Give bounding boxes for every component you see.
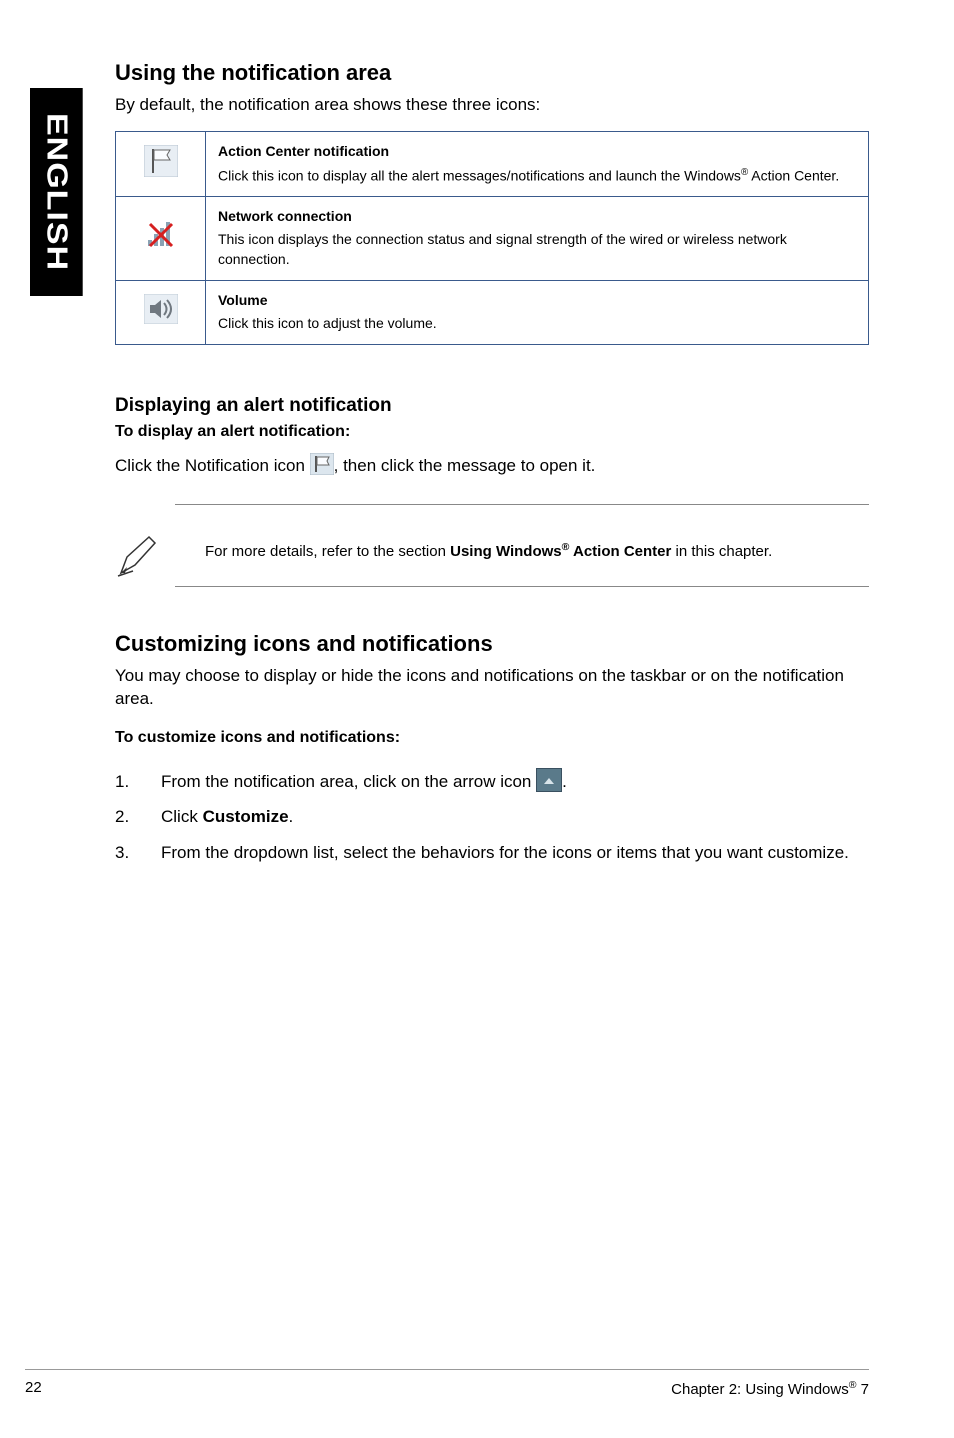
chapter-label: Chapter 2: Using Windows® 7: [671, 1379, 869, 1398]
row-title: Volume: [218, 291, 856, 311]
chapter-text-a: Chapter 2: Using Windows: [671, 1381, 849, 1398]
pencil-icon: [115, 533, 161, 584]
divider: [175, 586, 869, 587]
note-bold-b: Action Center: [569, 543, 671, 560]
flag-icon: [116, 131, 206, 196]
text-part: Click the Notification icon: [115, 456, 310, 475]
volume-icon: [116, 280, 206, 344]
notification-icons-table: Action Center notification Click this ic…: [115, 131, 869, 345]
text-part: , then click the message to open it.: [334, 456, 596, 475]
table-cell-desc: Action Center notification Click this ic…: [206, 131, 869, 196]
arrow-up-icon: [536, 768, 562, 792]
click-notification-line: Click the Notification icon , then click…: [115, 455, 869, 478]
list-item: Click Customize.: [115, 804, 869, 830]
step2-a: Click: [161, 807, 203, 826]
network-icon: [116, 196, 206, 280]
page-content: Using the notification area By default, …: [0, 0, 954, 1438]
step1-a: From the notification area, click on the…: [161, 772, 536, 791]
note-part: in this chapter.: [671, 543, 772, 560]
flag-icon-inline: [310, 453, 334, 475]
step1-b: .: [562, 772, 567, 791]
list-item: From the dropdown list, select the behav…: [115, 840, 869, 866]
row-desc-part: Click this icon to display all the alert…: [218, 167, 741, 183]
chapter-text-b: 7: [856, 1381, 869, 1398]
footer-divider: [25, 1369, 869, 1370]
page-footer: 22 Chapter 2: Using Windows® 7: [25, 1379, 869, 1398]
row-desc: This icon displays the connection status…: [218, 231, 787, 267]
note-bold-a: Using Windows: [450, 543, 562, 560]
section-heading-notification-area: Using the notification area: [115, 60, 869, 86]
table-cell-desc: Network connection This icon displays th…: [206, 196, 869, 280]
row-desc: Click this icon to adjust the volume.: [218, 315, 437, 331]
table-row: Volume Click this icon to adjust the vol…: [116, 280, 869, 344]
bold-line-display-alert: To display an alert notification:: [115, 423, 869, 441]
row-title: Action Center notification: [218, 142, 856, 162]
table-row: Action Center notification Click this ic…: [116, 131, 869, 196]
page-number: 22: [25, 1379, 42, 1398]
section3-intro: You may choose to display or hide the ic…: [115, 665, 869, 711]
row-title: Network connection: [218, 207, 856, 227]
section1-intro: By default, the notification area shows …: [115, 94, 869, 117]
section-heading-customizing: Customizing icons and notifications: [115, 631, 869, 657]
note-part: For more details, refer to the section: [205, 543, 450, 560]
bold-line-customize: To customize icons and notifications:: [115, 729, 869, 747]
step2-b: .: [289, 807, 294, 826]
table-row: Network connection This icon displays th…: [116, 196, 869, 280]
note-text: For more details, refer to the section U…: [205, 533, 869, 568]
note-block: For more details, refer to the section U…: [115, 533, 869, 584]
steps-list: From the notification area, click on the…: [115, 769, 869, 866]
step2-bold: Customize: [203, 807, 289, 826]
row-desc-part: Action Center.: [748, 167, 839, 183]
list-item: From the notification area, click on the…: [115, 769, 869, 795]
table-cell-desc: Volume Click this icon to adjust the vol…: [206, 280, 869, 344]
divider: [175, 504, 869, 505]
subhead-displaying-alert: Displaying an alert notification: [115, 395, 869, 417]
